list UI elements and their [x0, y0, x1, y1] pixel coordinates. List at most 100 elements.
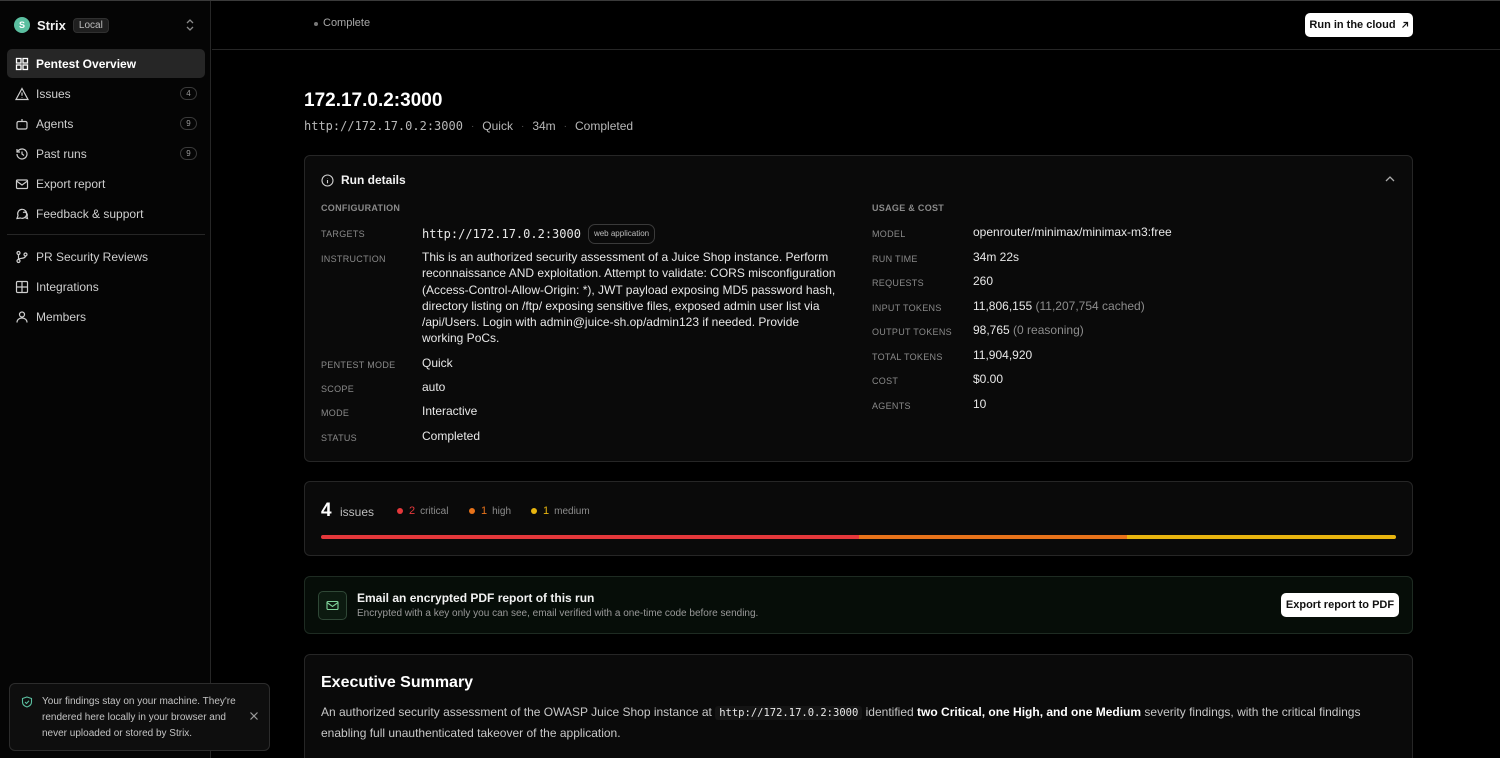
chevrons-up-down-icon[interactable]: [184, 17, 196, 33]
issues-word: issues: [340, 505, 375, 519]
input-tokens-number: 11,806,155: [973, 299, 1033, 313]
privacy-notice-text: Your findings stay on your machine. They…: [42, 696, 236, 739]
model-label: MODEL: [872, 229, 906, 239]
sidebar-item-label: Pentest Overview: [36, 56, 137, 71]
workspace-switcher[interactable]: S Strix Local: [14, 15, 200, 35]
high-count: 1: [481, 505, 488, 517]
run-mode: Quick: [482, 119, 513, 133]
critical-count: 2: [409, 505, 416, 517]
local-badge: Local: [72, 17, 109, 33]
medium-label: medium: [554, 505, 590, 517]
sidebar-item-pentest-overview[interactable]: Pentest Overview: [7, 49, 205, 78]
mail-icon: [15, 178, 29, 189]
summary-text-part: identified: [865, 705, 914, 719]
high-segment: [858, 535, 1128, 539]
history-icon: [16, 147, 28, 160]
web-application-tag: web application: [587, 224, 656, 245]
medium-count: 1: [543, 505, 550, 517]
usage-cost-label: USAGE & COST: [872, 203, 945, 213]
output-tokens-reasoning: (0 reasoning): [1013, 323, 1084, 337]
top-bar: Complete Run in the cloud: [212, 1, 1500, 50]
high-dot: [469, 508, 475, 514]
critical-segment: [321, 535, 859, 539]
sidebar-item-integrations[interactable]: Integrations: [7, 272, 205, 301]
targets-label: TARGETS: [321, 229, 365, 239]
severity-medium: 1 medium: [531, 505, 590, 517]
sidebar-item-past-runs[interactable]: Past runs 9: [7, 139, 205, 168]
arrow-up-right-icon: [1401, 21, 1408, 28]
issues-total: 4: [321, 500, 332, 521]
issues-summary-card[interactable]: 4 issues 2 critical 1 high 1 medium: [304, 481, 1413, 556]
executive-summary-text: An authorized security assessment of the…: [321, 703, 1401, 743]
chevron-up-icon[interactable]: [1384, 174, 1396, 184]
high-label: high: [492, 505, 512, 517]
severity-distribution-bar: [321, 535, 1396, 539]
git-branch-icon: [16, 250, 28, 263]
requests-value: 260: [973, 274, 994, 288]
sidebar-item-members[interactable]: Members: [7, 302, 205, 331]
grid-icon: [15, 57, 29, 70]
critical-dot: [397, 508, 403, 514]
user-icon: [16, 310, 28, 323]
summary-target-code: http://172.17.0.2:3000: [715, 706, 863, 720]
mode-value: Interactive: [422, 404, 478, 418]
sidebar-item-pr-security-reviews[interactable]: PR Security Reviews: [7, 242, 205, 271]
cost-label: COST: [872, 376, 899, 386]
sidebar-item-issues[interactable]: Issues 4: [7, 79, 205, 108]
mode-label: MODE: [321, 408, 350, 418]
model-value: openrouter/minimax/minimax-m3:free: [973, 225, 1172, 239]
requests-label: REQUESTS: [872, 278, 924, 288]
sidebar-item-export-report[interactable]: Export report: [7, 169, 205, 198]
scope-label: SCOPE: [321, 384, 355, 394]
severity-high: 1 high: [469, 505, 511, 517]
pentest-mode-label: PENTEST MODE: [321, 360, 396, 370]
summary-severity-counts: two Critical, one High, and one Medium: [917, 705, 1142, 719]
target-url: http://172.17.0.2:3000: [304, 119, 463, 133]
targets-url: http://172.17.0.2:3000: [422, 227, 581, 241]
status-dot: [314, 22, 318, 26]
status-value: Completed: [422, 429, 481, 443]
sidebar-item-agents[interactable]: Agents 9: [7, 109, 205, 138]
sidebar-item-label: PR Security Reviews: [36, 249, 149, 264]
scope-value: auto: [422, 380, 446, 394]
export-pdf-button[interactable]: Export report to PDF: [1281, 593, 1399, 617]
close-icon[interactable]: [249, 711, 259, 721]
warning-icon: [15, 86, 29, 100]
run-meta: http://172.17.0.2:3000 · Quick · 34m · C…: [304, 119, 633, 133]
run-in-cloud-button[interactable]: Run in the cloud: [1305, 13, 1413, 37]
run-details-card: Run details CONFIGURATION USAGE & COST T…: [304, 155, 1413, 462]
email-report-subtitle: Encrypted with a key only you can see, e…: [357, 608, 759, 619]
run-time-value: 34m 22s: [973, 250, 1020, 264]
sidebar: S Strix Local Pentest Overview Issues 4 …: [0, 1, 270, 758]
blocks-icon: [15, 280, 29, 293]
medium-segment: [1127, 535, 1396, 539]
instruction-value: This is an authorized security assessmen…: [422, 250, 836, 346]
configuration-label: CONFIGURATION: [321, 203, 401, 213]
total-tokens-value: 11,904,920: [973, 348, 1033, 362]
sidebar-item-label: Feedback & support: [36, 206, 144, 221]
medium-dot: [531, 508, 537, 514]
run-status-text: Completed: [575, 119, 634, 133]
mail-icon: [326, 600, 339, 611]
sidebar-item-feedback[interactable]: Feedback & support: [7, 199, 205, 228]
page-title: 172.17.0.2:3000: [304, 90, 443, 111]
output-tokens-value: 98,765 (0 reasoning): [973, 322, 1084, 338]
info-icon: [321, 173, 334, 187]
run-details-title: Run details: [341, 173, 406, 187]
run-details-header[interactable]: Run details: [321, 173, 406, 187]
summary-text-part: An authorized security assessment of the…: [321, 705, 712, 719]
input-tokens-cached: (11,207,754 cached): [1035, 299, 1145, 313]
chat-icon: [16, 208, 29, 219]
sidebar-nav: Pentest Overview Issues 4 Agents 9 Past …: [7, 49, 205, 332]
agents-label: AGENTS: [872, 401, 911, 411]
email-icon-box: [318, 591, 347, 620]
run-duration: 34m: [532, 119, 556, 133]
issues-count-badge: 4: [180, 87, 197, 100]
agents-value: 10: [973, 397, 987, 411]
email-report-title: Email an encrypted PDF report of this ru…: [357, 591, 595, 605]
separator-dot: ·: [470, 120, 475, 132]
run-in-cloud-label: Run in the cloud: [1309, 19, 1396, 31]
output-tokens-label: OUTPUT TOKENS: [872, 327, 952, 337]
app-name: Strix: [37, 17, 66, 33]
input-tokens-label: INPUT TOKENS: [872, 303, 942, 313]
